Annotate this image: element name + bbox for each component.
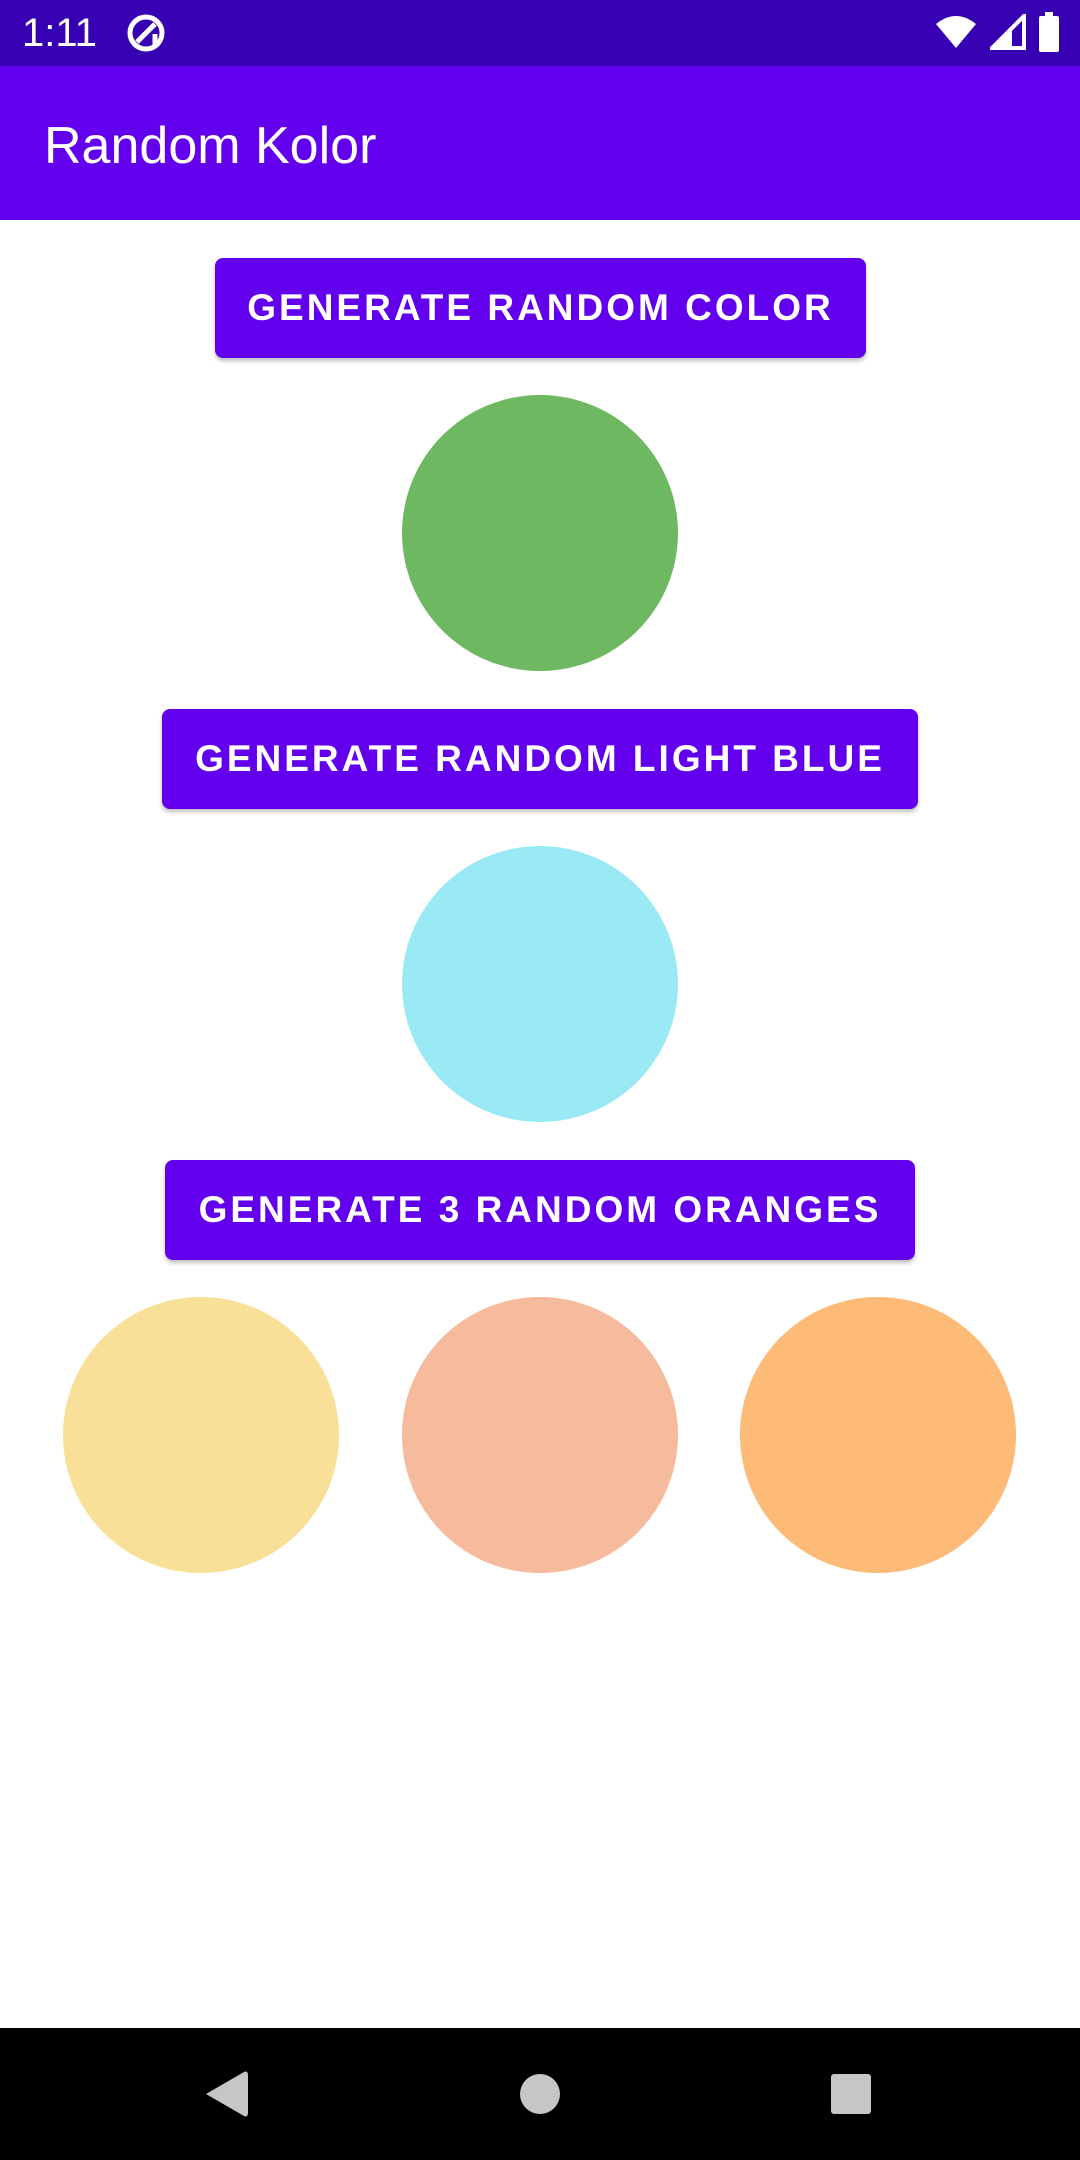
wifi-icon xyxy=(934,14,978,55)
generate-3-random-oranges-button[interactable]: GENERATE 3 RANDOM ORANGES xyxy=(165,1160,915,1260)
random-color-circle xyxy=(402,395,678,671)
light-blue-circle xyxy=(402,846,678,1122)
status-bar: 1:11 xyxy=(0,0,1080,66)
app-title: Random Kolor xyxy=(44,117,377,175)
screen: 1:11 Random Kolor GENERATE RANDOM COLOR … xyxy=(0,0,1080,2160)
orange-circle-2 xyxy=(402,1297,678,1573)
generate-random-light-blue-button[interactable]: GENERATE RANDOM LIGHT BLUE xyxy=(162,709,918,809)
generate-random-color-button[interactable]: GENERATE RANDOM COLOR xyxy=(215,258,866,358)
status-icons xyxy=(934,10,1060,57)
back-icon[interactable] xyxy=(190,2058,262,2130)
app-notification-icon xyxy=(125,12,167,54)
orange-circle-3 xyxy=(740,1297,1016,1573)
orange-circle-1 xyxy=(63,1297,339,1573)
recents-icon[interactable] xyxy=(815,2058,887,2130)
home-icon[interactable] xyxy=(504,2058,576,2130)
battery-icon xyxy=(1038,11,1060,57)
app-bar: Random Kolor xyxy=(0,66,1080,220)
status-time: 1:11 xyxy=(22,11,97,55)
navigation-bar xyxy=(0,2028,1080,2160)
cell-signal-icon xyxy=(987,10,1026,55)
